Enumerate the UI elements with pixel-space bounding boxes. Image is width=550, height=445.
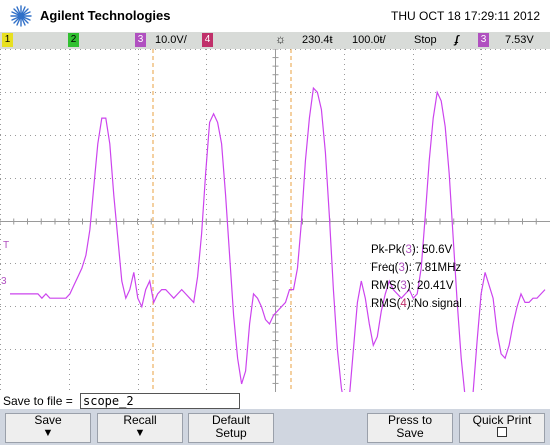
measurement-freq: Freq(3): 7.81MHz xyxy=(371,262,461,274)
date-time: THU OCT 18 17:29:11 2012 xyxy=(391,9,540,23)
channel-3-scale: 10.0V/ xyxy=(155,34,187,46)
delay-icon: ☼ xyxy=(275,32,286,46)
channel-3-trace xyxy=(10,86,546,392)
run-state: Stop xyxy=(414,34,437,46)
checkbox-icon xyxy=(460,427,544,440)
recall-softkey[interactable]: Recall ▼ xyxy=(97,413,183,443)
trigger-level: 7.53V xyxy=(505,34,534,46)
quick-print-softkey[interactable]: Quick Print xyxy=(459,413,545,443)
recall-softkey-label: Recall xyxy=(123,413,157,427)
press-to-save-label-line2: Save xyxy=(396,426,424,440)
waveform-display[interactable]: T 3 Pk-Pk(3): 50.6V Freq(3): 7.81MHz RMS… xyxy=(0,49,550,392)
filename-input[interactable]: scope_2 xyxy=(80,393,240,409)
default-setup-softkey[interactable]: Default Setup xyxy=(188,413,274,443)
measurement-rms-3: RMS(3): 20.41V xyxy=(371,280,454,292)
channel-3-ground-marker: 3 xyxy=(1,276,7,287)
save-softkey[interactable]: Save ▼ xyxy=(5,413,91,443)
quick-print-label: Quick Print xyxy=(472,413,532,427)
measurement-rms-4: RMS(4):No signal xyxy=(371,298,462,310)
channel-1-indicator[interactable]: 1 xyxy=(2,33,13,47)
trigger-level-marker: T xyxy=(3,240,9,251)
brand-name: Agilent Technologies xyxy=(40,8,171,23)
title-bar: Agilent Technologies THU OCT 18 17:29:11… xyxy=(0,0,550,32)
timebase-scale: 100.0ŧ/ xyxy=(352,34,386,46)
horizontal-delay: 230.4ŧ xyxy=(302,34,333,46)
press-to-save-softkey[interactable]: Press to Save xyxy=(367,413,453,443)
trigger-edge-icon: ʄ xyxy=(455,34,459,46)
arrow-down-icon: ▼ xyxy=(134,427,146,439)
graticule xyxy=(0,49,550,392)
softkey-bar: Save ▼ Recall ▼ Default Setup Press to S… xyxy=(0,409,550,445)
channel-3-indicator[interactable]: 3 xyxy=(135,33,146,47)
measurement-pkpk: Pk-Pk(3): 50.6V xyxy=(371,244,453,256)
status-bar: 1 2 3 10.0V/ 4 ☼ 230.4ŧ 100.0ŧ/ Stop ʄ 3… xyxy=(0,32,550,49)
agilent-logo-icon xyxy=(10,5,32,27)
trigger-source-indicator: 3 xyxy=(478,33,489,47)
default-setup-label-line2: Setup xyxy=(215,426,247,440)
channel-2-indicator[interactable]: 2 xyxy=(68,33,79,47)
channel-4-indicator[interactable]: 4 xyxy=(202,33,213,47)
save-filename-row: Save to file = scope_2 xyxy=(0,392,550,409)
save-softkey-label: Save xyxy=(34,413,62,427)
arrow-down-icon: ▼ xyxy=(42,427,54,439)
save-to-file-label: Save to file = xyxy=(3,394,73,408)
